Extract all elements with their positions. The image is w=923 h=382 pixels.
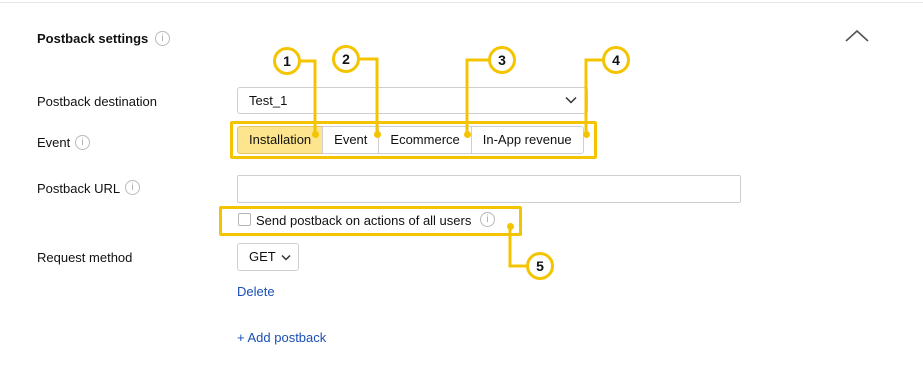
- callout-dot-3: [464, 131, 471, 138]
- annotation-badge-3: 3: [488, 46, 516, 74]
- callout-dot-1: [312, 131, 319, 138]
- chevron-down-icon: [281, 254, 291, 261]
- callout-dot-2: [374, 131, 381, 138]
- postback-url-input[interactable]: [237, 175, 741, 203]
- annotation-badge-5: 5: [526, 252, 554, 280]
- request-method-select[interactable]: GET: [237, 243, 299, 271]
- tabs-highlight-frame: [230, 121, 597, 159]
- method-label: Request method: [37, 250, 133, 265]
- method-value: GET: [249, 249, 276, 264]
- annotation-badge-1: 1: [273, 47, 301, 75]
- event-label: Event: [37, 135, 71, 150]
- collapse-chevron-up-icon[interactable]: [844, 28, 870, 44]
- annotation-badge-4: 4: [602, 46, 630, 74]
- add-postback-link[interactable]: + Add postback: [237, 330, 326, 345]
- section-title: Postback settings: [37, 31, 149, 46]
- event-info-icon[interactable]: i: [75, 135, 90, 150]
- url-label: Postback URL: [37, 181, 121, 196]
- destination-label: Postback destination: [37, 94, 157, 109]
- callout-dot-5: [507, 223, 514, 230]
- checkbox-highlight-frame: [219, 206, 522, 236]
- callout-dot-4: [583, 131, 590, 138]
- destination-select[interactable]: Test_1: [237, 87, 588, 114]
- url-info-icon[interactable]: i: [125, 180, 140, 195]
- annotation-badge-2: 2: [332, 45, 360, 73]
- delete-link[interactable]: Delete: [237, 284, 275, 299]
- section-info-icon[interactable]: i: [155, 31, 170, 46]
- top-divider: [0, 2, 923, 3]
- chevron-down-icon: [565, 96, 577, 104]
- destination-value: Test_1: [249, 93, 288, 108]
